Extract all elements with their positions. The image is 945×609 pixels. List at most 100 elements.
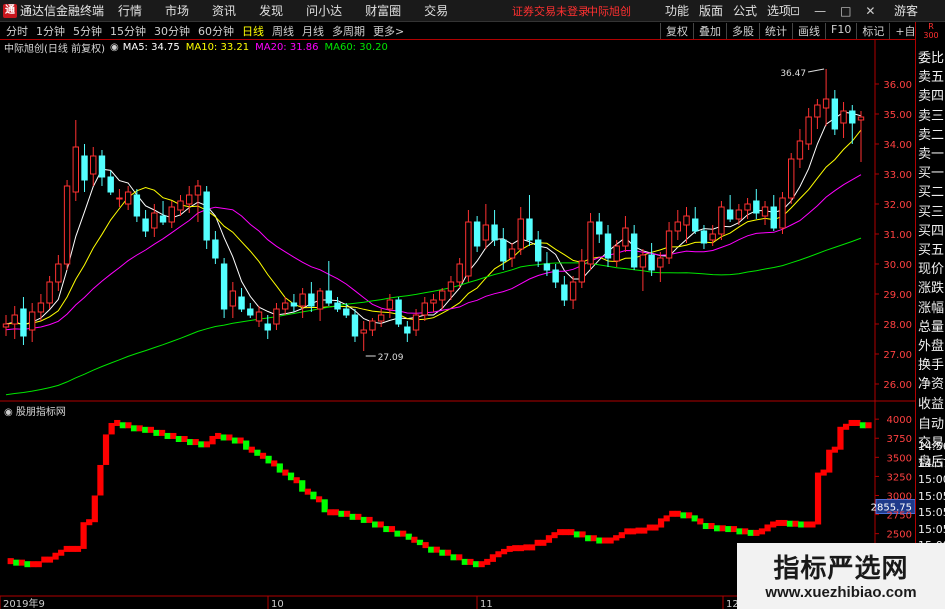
indicator-step	[372, 521, 379, 528]
tool-button-5[interactable]: F10	[825, 22, 856, 39]
period-tab-3[interactable]: 15分钟	[110, 23, 146, 39]
candle	[255, 306, 263, 327]
period-tab-10[interactable]: 更多>	[373, 23, 404, 39]
menu-item-6[interactable]: 交易	[424, 2, 448, 19]
period-tab-2[interactable]: 5分钟	[73, 23, 102, 39]
panel-item-3: 卖三	[918, 108, 945, 124]
right-menu-item-2[interactable]: 公式	[733, 2, 757, 19]
right-menu-item-1[interactable]: 版面	[699, 2, 723, 19]
candle-body	[683, 215, 690, 226]
candle-body	[857, 116, 865, 121]
period-tab-6[interactable]: 日线	[242, 23, 264, 39]
candle	[369, 318, 376, 336]
indicator-step	[719, 525, 726, 532]
indicator-step	[517, 545, 524, 552]
indicator-step	[629, 528, 637, 535]
indicator-step	[41, 556, 48, 563]
tool-button-1[interactable]: 叠加	[693, 22, 726, 39]
maximize-icon[interactable]: □	[840, 4, 851, 18]
indicator-step	[534, 539, 541, 546]
menu-item-5[interactable]: 财富圈	[365, 2, 401, 19]
stock-name-label: 中际旭创(日线 前复权)	[4, 43, 105, 55]
indicator-step	[187, 439, 194, 446]
period-tab-5[interactable]: 60分钟	[198, 23, 234, 39]
candle	[735, 204, 743, 225]
ma-visibility-icon[interactable]: ◉	[110, 42, 119, 53]
panel-time-2: 15:00	[918, 473, 945, 486]
indicator-step	[114, 419, 121, 426]
candle	[630, 225, 638, 270]
close-icon[interactable]: ✕	[865, 4, 875, 18]
indicator-step	[792, 520, 799, 527]
indicator-step	[613, 535, 620, 541]
menu-item-0[interactable]: 行情	[118, 2, 142, 19]
tool-button-0[interactable]: 复权	[660, 22, 693, 39]
indicator-step	[837, 426, 844, 450]
menu-item-4[interactable]: 问小达	[306, 2, 342, 19]
candle	[622, 216, 629, 252]
indicator-step	[299, 480, 306, 492]
candle	[831, 90, 839, 135]
candle	[753, 189, 760, 219]
candle-body	[11, 314, 18, 325]
indicator-step	[809, 521, 816, 528]
indicator-step	[310, 491, 317, 500]
candle-body	[28, 311, 36, 331]
indicator-step	[607, 537, 614, 544]
candle	[395, 297, 402, 327]
indicator-step	[265, 455, 272, 464]
indicator-tick-label: 3500	[887, 453, 912, 464]
tool-button-3[interactable]: 统计	[759, 22, 792, 39]
ma10-label: MA10: 33.21	[185, 41, 250, 53]
candle-body	[796, 140, 804, 160]
candle	[587, 213, 594, 270]
watermark-title: 指标严选网	[773, 554, 909, 584]
right-menu-item-0[interactable]: 功能	[665, 2, 689, 19]
indicator-step	[540, 539, 547, 546]
panel-item-9: 买四	[918, 223, 945, 239]
candle-body	[203, 191, 210, 241]
indicator-step	[495, 551, 502, 558]
candle	[526, 195, 533, 246]
candle-body	[46, 281, 53, 304]
period-tab-1[interactable]: 1分钟	[36, 23, 65, 39]
kline-chart[interactable]: 2855.75 26.0027.0028.0029.0030.0031.0032…	[0, 40, 915, 609]
period-tab-0[interactable]: 分时	[6, 23, 28, 39]
candle-body	[473, 221, 481, 247]
period-tab-7[interactable]: 周线	[272, 23, 294, 39]
login-status[interactable]: 证券交易未登录	[512, 3, 589, 19]
tool-button-4[interactable]: 画线	[792, 22, 825, 39]
guest-button[interactable]: 游客	[894, 2, 918, 19]
candle	[578, 249, 586, 288]
indicator-step	[46, 556, 54, 563]
candle	[220, 258, 228, 318]
menu-item-3[interactable]: 发现	[259, 2, 283, 19]
right-menu-item-3[interactable]: 选项	[767, 2, 791, 19]
panel-item-13: 涨幅	[918, 300, 945, 316]
menu-item-2[interactable]: 资讯	[212, 2, 236, 19]
indicator-step	[248, 446, 255, 453]
candle-body	[526, 218, 533, 241]
menu-item-1[interactable]: 市场	[165, 2, 189, 19]
indicator-step	[781, 519, 788, 526]
panel-item-12: 涨跌	[918, 281, 945, 297]
indicator-toggle-icon[interactable]: ◉	[4, 407, 13, 418]
minimize-icon[interactable]: —	[814, 4, 826, 18]
candle-body	[744, 203, 751, 211]
tool-button-6[interactable]: 标记	[856, 22, 889, 39]
indicator-step	[467, 558, 474, 565]
tool-button-2[interactable]: 多股	[726, 22, 759, 39]
period-tab-4[interactable]: 30分钟	[154, 23, 190, 39]
period-tab-8[interactable]: 月线	[302, 23, 324, 39]
current-stock-tag[interactable]: 中际旭创	[587, 3, 631, 19]
indicator-step	[377, 521, 384, 528]
candle	[124, 186, 132, 210]
candle	[613, 240, 620, 267]
period-tab-9[interactable]: 多周期	[332, 23, 365, 39]
indicator-step	[489, 554, 496, 562]
restore-window-icon[interactable]: ⊡	[790, 4, 800, 18]
candle-body	[561, 284, 568, 301]
candle	[517, 207, 524, 255]
indicator-step	[243, 440, 250, 450]
candle-body	[177, 200, 184, 211]
